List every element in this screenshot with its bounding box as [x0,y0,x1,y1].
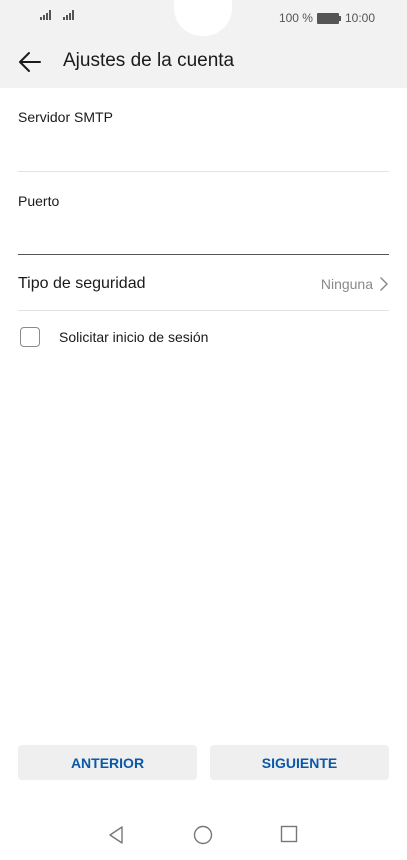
login-required-checkbox[interactable] [20,327,40,347]
back-triangle-icon[interactable] [107,825,125,845]
battery-percent: 100 % [278,11,313,25]
signal-icon [63,10,75,20]
login-required-option[interactable]: Solicitar inicio de sesión [20,327,208,347]
smtp-server-label: Servidor SMTP [18,109,113,125]
page-title: Ajustes de la cuenta [63,50,235,71]
app-bar: Ajustes de la cuenta [0,36,407,88]
port-underline [18,254,389,255]
recents-square-icon[interactable] [280,825,298,843]
divider [18,171,389,172]
security-type-label: Tipo de seguridad [18,275,146,292]
clock: 10:00 [344,11,375,25]
next-button[interactable]: SIGUIENTE [210,745,389,780]
smtp-server-input[interactable] [18,137,389,161]
status-right: 100 % 10:00 [279,11,375,25]
arrow-left-icon [19,52,41,72]
smtp-server-field[interactable]: Servidor SMTP [18,109,389,169]
security-type-value-wrap: Ninguna [321,276,389,292]
security-type-value: Ninguna [320,276,373,292]
port-label: Puerto [18,193,60,209]
login-required-label: Solicitar inicio de sesión [59,329,209,345]
signal-icon [40,10,52,20]
divider [18,310,389,311]
home-circle-icon[interactable] [193,825,213,845]
previous-button[interactable]: ANTERIOR [18,745,197,780]
status-bar: 100 % 10:00 [0,0,407,36]
camera-notch [174,0,232,36]
security-type-row[interactable]: Tipo de seguridad Ninguna [18,262,389,306]
navigation-bar [0,810,407,860]
port-input[interactable] [18,221,389,245]
port-field[interactable]: Puerto [18,193,389,253]
back-button[interactable] [16,48,44,76]
chevron-right-icon [380,277,388,291]
battery-icon [316,12,341,24]
